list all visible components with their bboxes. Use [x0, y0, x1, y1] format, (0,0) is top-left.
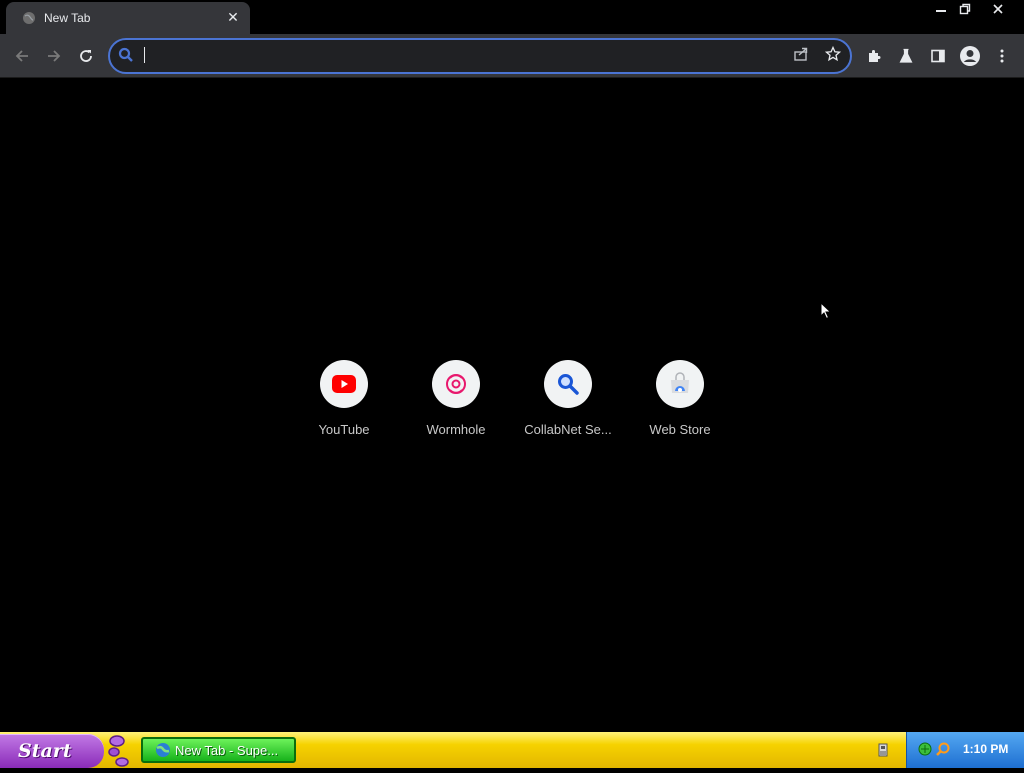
shortcut-tile — [656, 360, 704, 408]
youtube-icon — [332, 375, 356, 393]
forward-button[interactable] — [41, 43, 67, 69]
system-tray: 1:10 PM — [906, 732, 1024, 768]
search-tray-icon[interactable] — [935, 741, 951, 762]
restore-button[interactable] — [952, 0, 978, 18]
text-caret — [144, 47, 145, 63]
kebab-menu-icon — [1000, 49, 1004, 63]
search-icon — [118, 47, 134, 68]
search-icon — [558, 374, 579, 395]
safely-remove-hardware-icon[interactable] — [876, 743, 890, 762]
start-decoration-icon — [104, 732, 132, 773]
start-label: Start — [18, 740, 72, 762]
reload-button[interactable] — [73, 43, 99, 69]
menu-button[interactable] — [989, 43, 1015, 69]
new-tab-page: YouTube Wormhole CollabNet Se... Web Sto… — [0, 78, 1024, 732]
shortcut-web-store[interactable]: Web Store — [624, 360, 736, 440]
arrow-right-icon — [48, 50, 61, 62]
labs-button[interactable] — [893, 43, 919, 69]
flask-icon — [899, 48, 913, 63]
shortcut-tile — [544, 360, 592, 408]
shortcut-label: CollabNet Se... — [524, 422, 612, 437]
shortcut-youtube[interactable]: YouTube — [288, 360, 400, 440]
arrow-left-icon — [15, 50, 28, 62]
bookmark-star-icon[interactable] — [824, 45, 842, 67]
minimize-button[interactable] — [928, 0, 954, 18]
network-icon[interactable] — [917, 741, 933, 762]
tab-close-button[interactable]: ✕ — [225, 9, 241, 25]
side-panel-button[interactable] — [925, 43, 951, 69]
start-button[interactable]: Start — [0, 734, 104, 768]
wormhole-icon — [446, 374, 466, 394]
mouse-cursor-icon — [820, 301, 832, 325]
profile-button[interactable] — [957, 43, 983, 69]
window-close-button[interactable] — [985, 0, 1011, 18]
shortcut-tile — [432, 360, 480, 408]
tab-strip: New Tab ✕ — [0, 0, 1024, 34]
shortcut-label: Web Store — [649, 422, 711, 437]
avatar-icon — [960, 46, 980, 66]
side-panel-icon — [931, 49, 945, 63]
clock: 1:10 PM — [963, 742, 1009, 756]
shortcut-label: Wormhole — [426, 422, 486, 437]
shortcut-collabnet-search[interactable]: CollabNet Se... — [512, 360, 624, 440]
web-store-icon — [671, 372, 689, 393]
taskbar: Start New Tab - Supe... 1:10 PM — [0, 732, 1024, 768]
address-input[interactable] — [142, 45, 742, 65]
globe-icon — [22, 11, 36, 25]
tab-new-tab[interactable]: New Tab ✕ — [6, 2, 250, 34]
back-button[interactable] — [9, 43, 35, 69]
reload-icon — [80, 50, 92, 62]
taskbar-window-label: New Tab - Supe... — [175, 743, 279, 758]
tab-title: New Tab — [44, 11, 91, 25]
share-icon[interactable] — [793, 46, 809, 67]
shortcut-tile — [320, 360, 368, 408]
taskbar-window-button[interactable]: New Tab - Supe... — [141, 737, 296, 763]
shortcut-wormhole[interactable]: Wormhole — [400, 360, 512, 440]
puzzle-icon — [869, 50, 881, 62]
shortcut-label: YouTube — [318, 422, 370, 437]
address-bar[interactable] — [108, 38, 852, 74]
browser-toolbar — [0, 34, 1024, 78]
browser-icon — [155, 742, 171, 763]
extensions-button[interactable] — [861, 43, 887, 69]
